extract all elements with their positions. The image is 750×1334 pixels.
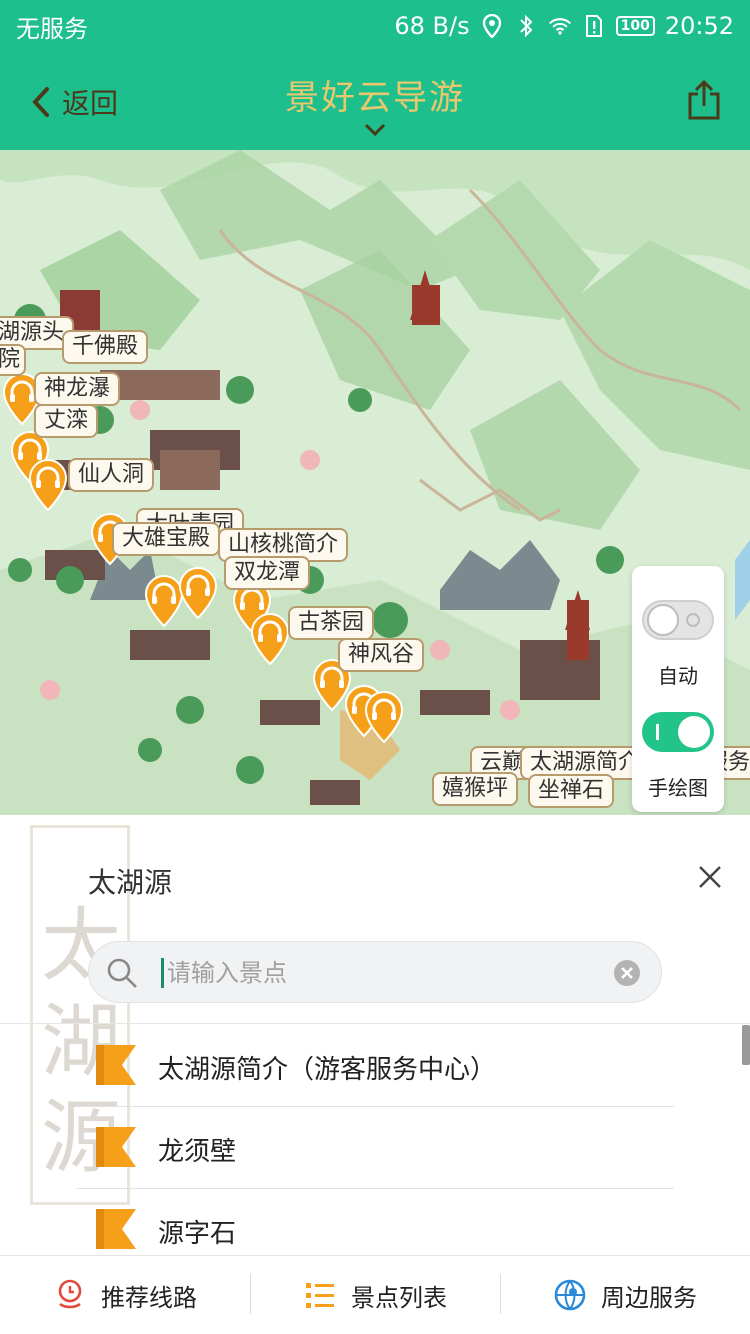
- audio-flag-icon: [96, 1045, 136, 1085]
- sim-alert-icon: [582, 14, 606, 38]
- title-dropdown[interactable]: 景好云导游: [0, 70, 750, 137]
- hand-drawn-map[interactable]: 湖源头 千佛殿 院 神龙瀑 丈滦 仙人洞 大叶青园 大雄宝殿 山核桃简介 双龙潭…: [0, 150, 750, 815]
- nav-nearby-services[interactable]: 周边服务: [500, 1256, 750, 1334]
- audio-pin-icon[interactable]: [176, 566, 220, 620]
- text-cursor: [161, 958, 164, 988]
- map-label[interactable]: 古茶园: [288, 606, 375, 640]
- list-item-label: 龙须壁: [158, 1137, 237, 1167]
- audio-pin-icon[interactable]: [248, 612, 292, 666]
- nav-recommended-route[interactable]: 推荐线路: [0, 1256, 250, 1334]
- share-icon[interactable]: [686, 80, 722, 120]
- nav-nearby-label: 周边服务: [601, 1283, 697, 1312]
- location-icon: [480, 14, 504, 38]
- route-pin-icon: [58, 1279, 82, 1309]
- wifi-icon: [548, 14, 572, 38]
- divider: [0, 1023, 750, 1024]
- handdrawn-toggle-label: 手绘图: [648, 776, 708, 800]
- search-icon: [107, 958, 137, 988]
- map-label[interactable]: 神风谷: [338, 638, 425, 672]
- list-icon: [306, 1283, 334, 1308]
- audio-pin-icon[interactable]: [26, 458, 70, 512]
- status-bar: 无服务 68 B/s 100 20:52: [0, 0, 750, 52]
- battery-icon: 100: [615, 16, 655, 36]
- audio-pin-icon[interactable]: [362, 690, 406, 744]
- network-speed: 68 B/s: [394, 12, 470, 40]
- clock: 20:52: [664, 12, 734, 40]
- clear-icon[interactable]: [613, 959, 641, 987]
- list-item[interactable]: 源字石: [0, 1189, 750, 1255]
- nav-list-label: 景点列表: [351, 1283, 447, 1312]
- app-header: 返回 景好云导游: [0, 52, 750, 150]
- carrier-text: 无服务: [16, 14, 88, 43]
- list-item-label: 太湖源简介（游客服务中心）: [158, 1055, 497, 1085]
- search-input[interactable]: [167, 952, 597, 994]
- map-label[interactable]: 双龙潭: [224, 556, 311, 590]
- nav-spot-list[interactable]: 景点列表: [250, 1256, 500, 1334]
- map-label[interactable]: 丈滦: [34, 404, 99, 438]
- map-mode-panel: 自动 手绘图: [632, 566, 724, 812]
- scrollbar[interactable]: [742, 1025, 750, 1065]
- close-icon[interactable]: [696, 863, 724, 891]
- bottom-nav: 推荐线路 景点列表 周边服务: [0, 1255, 750, 1334]
- list-item[interactable]: 太湖源简介（游客服务中心）: [0, 1025, 750, 1107]
- audio-flag-icon: [96, 1127, 136, 1167]
- auto-toggle-label: 自动: [658, 664, 698, 688]
- map-label[interactable]: 嬉猴坪: [432, 772, 519, 806]
- list-item[interactable]: 龙须壁: [0, 1107, 750, 1189]
- audio-flag-icon: [96, 1209, 136, 1249]
- sheet-title: 太湖源: [88, 866, 173, 899]
- map-label[interactable]: 千佛殿: [62, 330, 149, 364]
- page-title: 景好云导游: [285, 78, 465, 118]
- chevron-down-icon: [364, 123, 386, 137]
- globe-icon: [554, 1279, 586, 1311]
- map-label[interactable]: 仙人洞: [68, 458, 155, 492]
- map-label[interactable]: 神龙瀑: [34, 372, 121, 406]
- nav-route-label: 推荐线路: [101, 1283, 197, 1312]
- search-bar: [88, 941, 662, 1003]
- spot-list-sheet: 太湖源 太湖源 太湖源简介（游客服务中心） 龙须壁 源字石: [0, 815, 750, 1255]
- handdrawn-toggle[interactable]: [642, 712, 714, 752]
- map-label[interactable]: 坐禅石: [528, 774, 615, 808]
- bluetooth-icon: [514, 14, 538, 38]
- map-label[interactable]: 院: [0, 344, 27, 376]
- map-label[interactable]: 大雄宝殿: [112, 522, 221, 556]
- list-item-label: 源字石: [158, 1219, 237, 1249]
- auto-toggle[interactable]: [642, 600, 714, 640]
